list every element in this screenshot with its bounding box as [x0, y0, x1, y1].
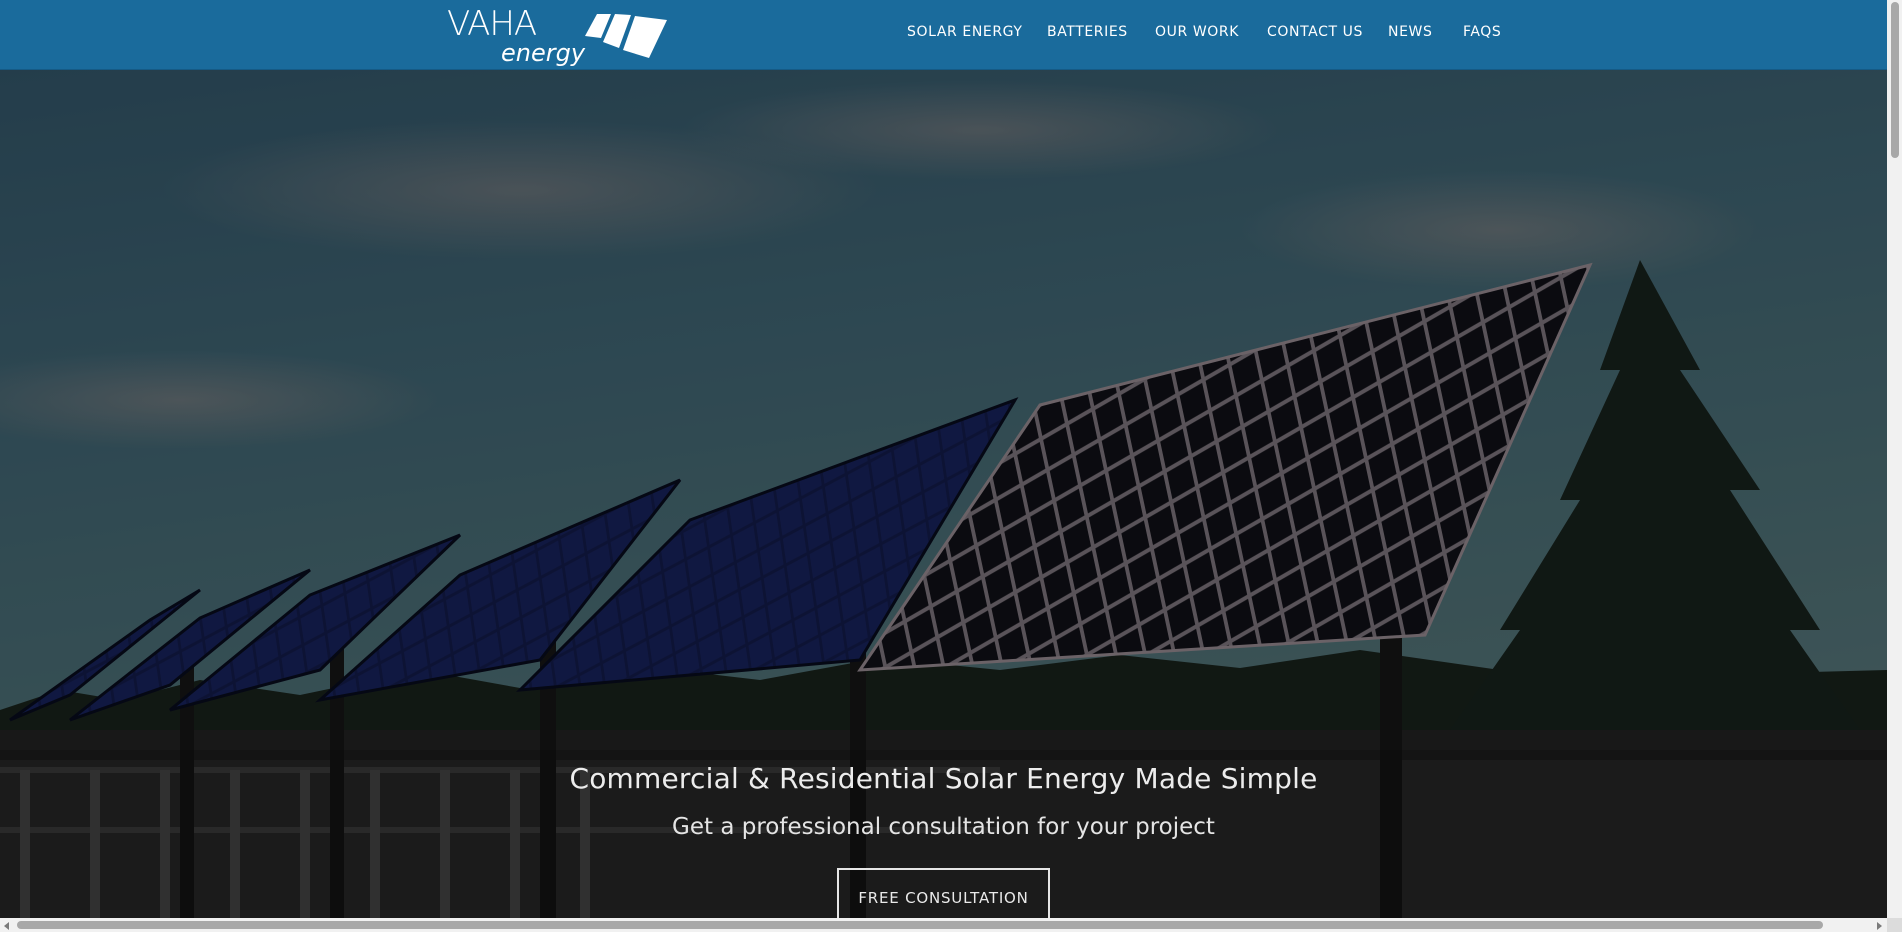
free-consultation-button[interactable]: FREE CONSULTATION: [837, 868, 1050, 918]
horizontal-scroll-thumb[interactable]: [17, 921, 1823, 929]
hero-subtitle: Get a professional consultation for your…: [672, 814, 1215, 840]
nav-item-news[interactable]: NEWS: [1388, 24, 1432, 40]
hero-section: Commercial & Residential Solar Energy Ma…: [0, 70, 1887, 918]
hero-title: Commercial & Residential Solar Energy Ma…: [569, 762, 1318, 795]
nav-item-solar-energy[interactable]: SOLAR ENERGY: [907, 24, 1023, 40]
nav-item-contact-us[interactable]: CONTACT US: [1267, 24, 1363, 40]
horizontal-scrollbar[interactable]: [0, 918, 1887, 932]
main-nav: SOLAR ENERGY BATTERIES OUR WORK CONTACT …: [0, 0, 1887, 66]
nav-item-faqs[interactable]: FAQS: [1463, 24, 1501, 40]
nav-item-our-work[interactable]: OUR WORK: [1155, 24, 1239, 40]
scroll-right-icon[interactable]: [1877, 922, 1882, 930]
scroll-left-icon[interactable]: [4, 922, 9, 930]
vertical-scrollbar[interactable]: [1887, 0, 1902, 918]
vertical-scroll-thumb[interactable]: [1891, 2, 1899, 158]
nav-item-batteries[interactable]: BATTERIES: [1047, 24, 1128, 40]
site-header: VAHA energy SOLAR ENERGY BATTERIES OUR W…: [0, 0, 1887, 70]
scrollbar-corner: [1887, 918, 1902, 932]
